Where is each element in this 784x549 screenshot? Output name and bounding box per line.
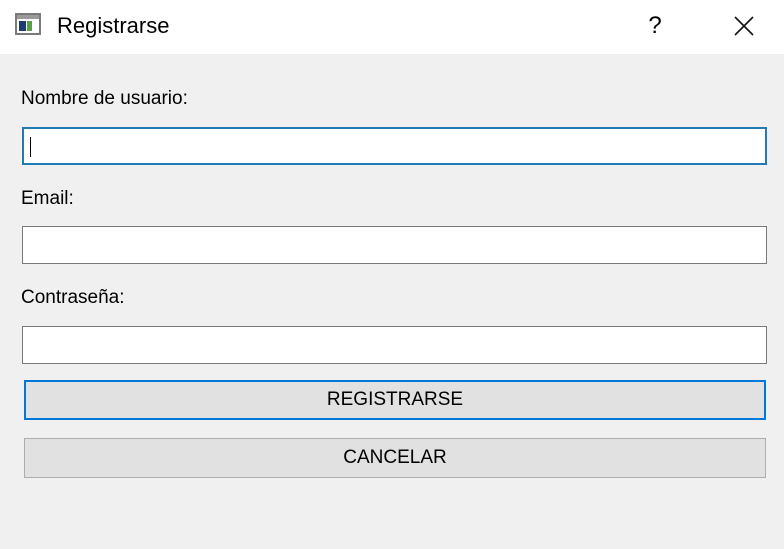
email-label: Email: bbox=[21, 188, 74, 209]
cancel-button[interactable]: CANCELAR bbox=[24, 438, 766, 478]
title-bar: Registrarse ? bbox=[0, 0, 784, 54]
username-label: Nombre de usuario: bbox=[21, 88, 188, 109]
password-field[interactable] bbox=[22, 326, 767, 364]
text-caret bbox=[30, 137, 31, 157]
help-button[interactable]: ? bbox=[630, 6, 680, 46]
register-button[interactable]: REGISTRARSE bbox=[24, 380, 766, 420]
password-label: Contraseña: bbox=[21, 287, 125, 308]
window-title: Registrarse bbox=[57, 13, 170, 38]
username-field[interactable] bbox=[22, 127, 767, 165]
app-window-icon bbox=[15, 13, 41, 35]
close-button[interactable] bbox=[719, 6, 769, 46]
close-icon bbox=[734, 16, 754, 36]
email-field[interactable] bbox=[22, 226, 767, 264]
